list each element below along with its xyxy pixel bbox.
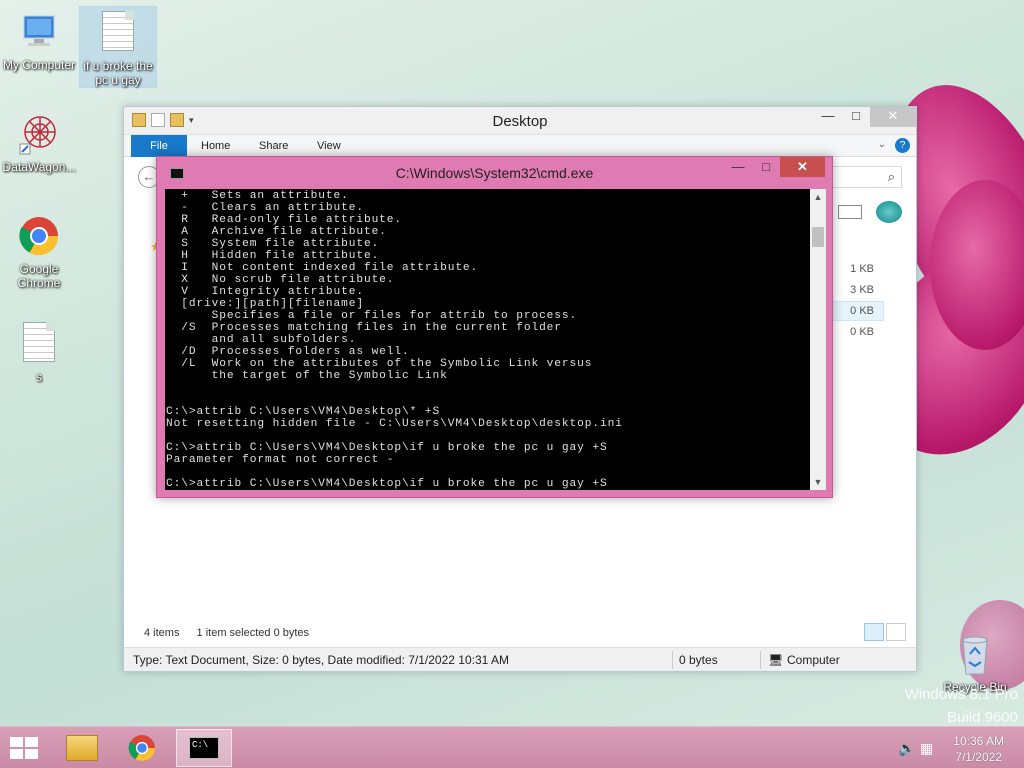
vertical-scrollbar[interactable]: ▲ ▼ <box>810 189 826 490</box>
taskbar-file-explorer[interactable] <box>54 729 110 767</box>
window-title: Desktop <box>492 113 548 130</box>
computer-icon <box>18 10 60 54</box>
desktop-icon-s[interactable]: s <box>0 322 78 384</box>
maximize-button[interactable]: □ <box>842 107 870 127</box>
minimize-button[interactable]: — <box>724 157 752 177</box>
clock-time: 10:36 AM <box>953 734 1004 748</box>
selection-info: 1 item selected 0 bytes <box>196 627 310 639</box>
taskbar-clock[interactable]: 10:36 AM 7/1/2022 <box>953 733 1004 765</box>
console-text: + Sets an attribute. - Clears an attribu… <box>166 190 623 490</box>
recycle-bin-icon <box>954 632 996 676</box>
scroll-down-arrow-icon[interactable]: ▼ <box>810 474 826 490</box>
help-icon[interactable]: ? <box>895 138 910 153</box>
tab-view[interactable]: View <box>317 140 341 152</box>
status-bar: 4 items 1 item selected 0 bytes <box>144 627 323 639</box>
expand-ribbon-icon[interactable]: ⌄ <box>878 139 886 150</box>
close-button[interactable]: ✕ <box>870 107 916 127</box>
scroll-up-arrow-icon[interactable]: ▲ <box>810 189 826 205</box>
windows-build-watermark: Build 9600 <box>947 709 1018 726</box>
minimize-button[interactable]: — <box>814 107 842 127</box>
preview-pane-icon[interactable] <box>838 205 862 219</box>
scrollbar-thumb[interactable] <box>812 227 824 247</box>
windows-edition-watermark: Windows 8.1 Pro <box>904 686 1018 703</box>
file-explorer-icon <box>66 735 98 761</box>
ribbon-tabs: File Home Share View ⌄ ? <box>124 135 916 157</box>
maximize-button[interactable]: □ <box>752 157 780 177</box>
text-document-icon <box>97 11 139 55</box>
network-icon[interactable]: ▦ <box>920 740 933 757</box>
text-document-icon <box>18 322 60 366</box>
tab-share[interactable]: Share <box>259 140 288 152</box>
file-size: 1 KB <box>850 263 874 275</box>
file-size: 0 KB <box>850 305 874 317</box>
computer-icon: 🖥 <box>768 653 784 667</box>
details-view-button[interactable] <box>864 623 884 641</box>
cmd-titlebar[interactable]: C:\Windows\System32\cmd.exe — □ ✕ <box>157 157 832 189</box>
chrome-icon <box>128 735 155 761</box>
desktop-icon-my-computer[interactable]: My Computer <box>0 10 78 72</box>
taskbar-cmd[interactable]: C:\ <box>176 729 232 767</box>
chrome-icon <box>18 214 60 258</box>
file-size: 3 KB <box>850 284 874 296</box>
console-output-area[interactable]: + Sets an attribute. - Clears an attribu… <box>165 189 810 490</box>
desktop-icon-google-chrome[interactable]: Google Chrome <box>0 214 78 290</box>
desktop-icon-recycle-bin[interactable]: Recycle Bin <box>936 632 1014 694</box>
desktop-icon-datawagon[interactable]: DataWagon... <box>0 112 78 174</box>
location-label: Computer <box>787 653 840 667</box>
search-icon: ⌕ <box>887 169 895 184</box>
tab-file[interactable]: File <box>131 135 187 157</box>
cmd-window[interactable]: C:\Windows\System32\cmd.exe — □ ✕ + Sets… <box>156 156 833 498</box>
cmd-icon: C:\ <box>189 737 219 759</box>
item-count: 4 items <box>144 627 180 639</box>
clock-date: 7/1/2022 <box>955 750 1002 764</box>
datawagon-icon <box>18 112 60 156</box>
shell-icon[interactable] <box>876 201 902 223</box>
explorer-titlebar[interactable]: ▾ Desktop — □ ✕ <box>124 107 916 135</box>
taskbar: C:\ 🔈 ▦ 10:36 AM 7/1/2022 <box>0 726 1024 768</box>
file-size: 0 KB <box>850 326 874 338</box>
start-button[interactable] <box>10 737 38 759</box>
taskbar-chrome[interactable] <box>115 729 171 767</box>
speaker-muted-icon[interactable]: 🔈 <box>898 740 915 757</box>
file-details: Type: Text Document, Size: 0 bytes, Date… <box>133 653 509 667</box>
desktop-icon-text-file[interactable]: if u broke the pc u gay <box>79 6 157 88</box>
details-bar: Type: Text Document, Size: 0 bytes, Date… <box>124 647 916 671</box>
file-size-detail: 0 bytes <box>679 653 718 667</box>
close-button[interactable]: ✕ <box>780 157 825 177</box>
large-icons-view-button[interactable] <box>886 623 906 641</box>
tab-home[interactable]: Home <box>201 140 230 152</box>
search-box[interactable]: ⌕ <box>832 166 902 188</box>
